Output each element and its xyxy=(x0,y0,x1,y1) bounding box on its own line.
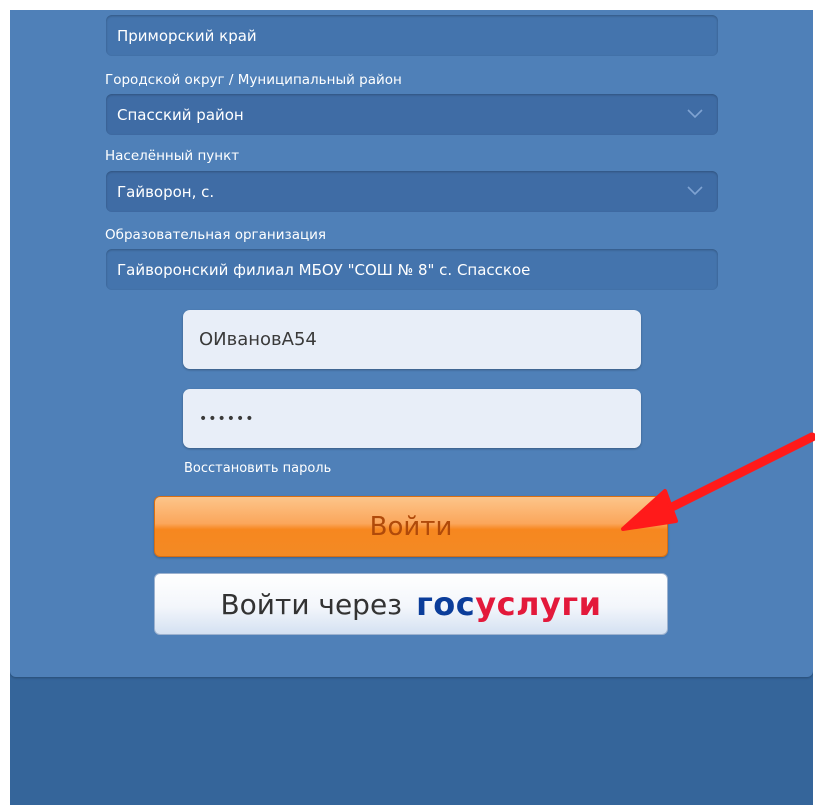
red-arrow-icon xyxy=(621,432,815,531)
